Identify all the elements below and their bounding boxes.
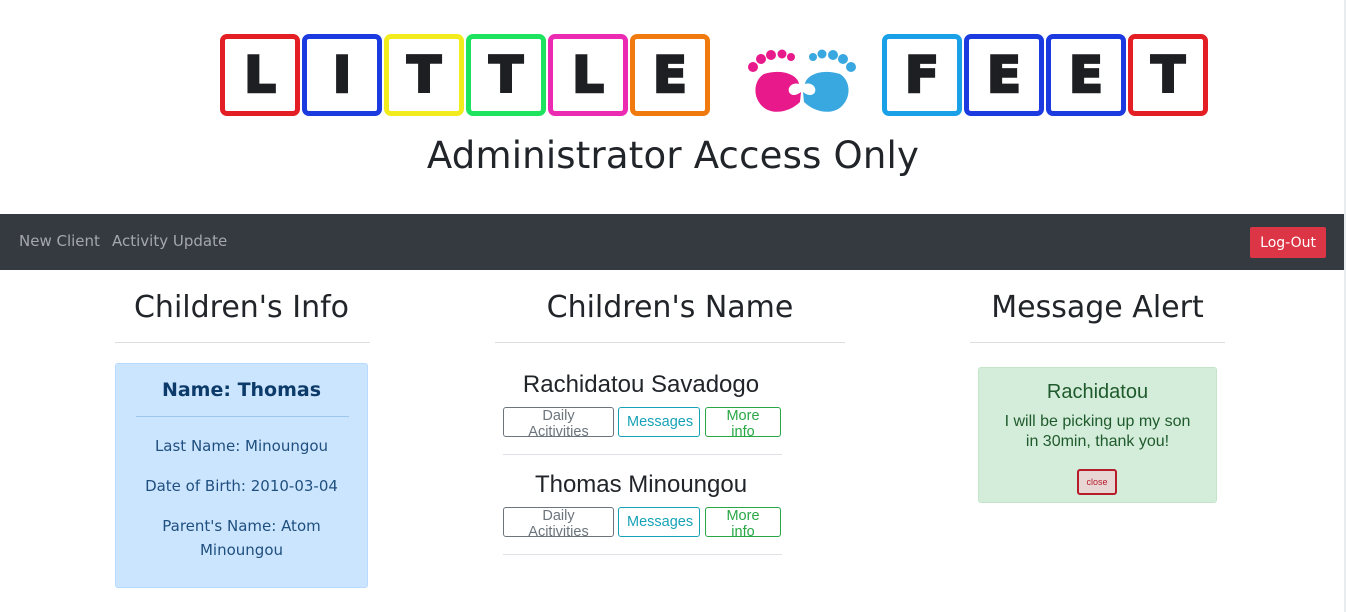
little-feet-logo: L I T T L E F E E T bbox=[220, 34, 1210, 118]
alert-sender-name: Rachidatou bbox=[1046, 381, 1149, 403]
logo-tile: E bbox=[964, 34, 1044, 116]
logout-button[interactable]: Log-Out bbox=[1250, 227, 1326, 258]
logo-tile: T bbox=[1128, 34, 1208, 116]
nav-link-new-client[interactable]: New Client bbox=[19, 232, 100, 250]
child-list-name: Thomas Minoungou bbox=[534, 471, 748, 498]
childrens-info-heading: Children's Info bbox=[133, 290, 349, 325]
child-parent-name-continued: Minoungou bbox=[199, 541, 283, 559]
close-alert-button[interactable]: close bbox=[1077, 469, 1117, 495]
baby-footprints-icon bbox=[748, 49, 856, 112]
logo-tile: E bbox=[630, 34, 710, 116]
page-title: Administrator Access Only bbox=[426, 134, 920, 177]
messages-button[interactable]: Messages bbox=[618, 507, 700, 537]
logo-tile: T bbox=[384, 34, 464, 116]
logo-tile: L bbox=[548, 34, 628, 116]
card-divider bbox=[136, 416, 349, 417]
messages-button[interactable]: Messages bbox=[618, 407, 700, 437]
logo-tile: F bbox=[882, 34, 962, 116]
child-name-label: Name: Thomas bbox=[161, 379, 322, 401]
child-parent-name: Parent's Name: Atom bbox=[162, 517, 321, 535]
message-alert-card: Rachidatou I will be picking up my son i… bbox=[978, 367, 1217, 503]
heading-divider bbox=[115, 342, 370, 343]
daily-activities-button[interactable]: Daily Acitivities bbox=[503, 507, 614, 540]
child-list-name: Rachidatou Savadogo bbox=[522, 371, 760, 398]
list-divider bbox=[503, 454, 782, 455]
daily-activities-button[interactable]: Daily Acitivities bbox=[503, 407, 614, 440]
heading-divider bbox=[970, 342, 1225, 343]
list-divider bbox=[503, 554, 782, 555]
child-date-of-birth: Date of Birth: 2010-03-04 bbox=[145, 477, 338, 495]
heading-divider bbox=[495, 342, 845, 343]
top-navbar: New Client Activity Update Log-Out bbox=[0, 214, 1344, 270]
more-info-button[interactable]: More info bbox=[705, 407, 781, 440]
alert-message-text: I will be picking up my son in 30min, th… bbox=[1004, 413, 1191, 450]
childrens-name-heading: Children's Name bbox=[546, 290, 794, 325]
more-info-button[interactable]: More info bbox=[705, 507, 781, 540]
message-alert-heading: Message Alert bbox=[991, 290, 1204, 325]
logo-tile: I bbox=[302, 34, 382, 116]
logo-tile: E bbox=[1046, 34, 1126, 116]
nav-link-activity-update[interactable]: Activity Update bbox=[112, 232, 227, 250]
logo-tile: T bbox=[466, 34, 546, 116]
child-last-name: Last Name: Minoungou bbox=[154, 437, 329, 455]
child-info-card: Name: Thomas Last Name: Minoungou Date o… bbox=[115, 363, 368, 588]
logo-tile: L bbox=[220, 34, 300, 116]
